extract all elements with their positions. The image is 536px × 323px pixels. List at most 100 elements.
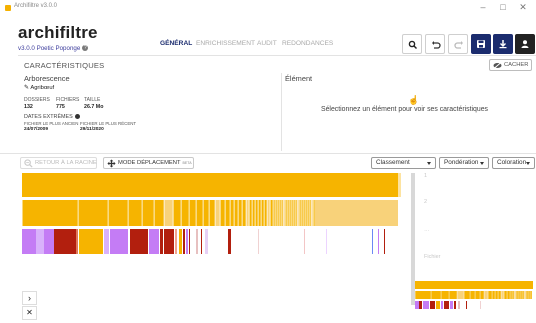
icicle-folder-node[interactable]	[307, 200, 309, 226]
icicle-file-node[interactable]	[326, 229, 327, 254]
icicle-folder-node[interactable]	[234, 200, 238, 226]
icicle-folder-node[interactable]	[264, 200, 267, 226]
icicle-folder-node[interactable]	[203, 200, 209, 226]
info-icon[interactable]: ?	[82, 45, 89, 52]
icicle-preview-node[interactable]	[450, 301, 453, 309]
icicle-folder-node[interactable]	[311, 200, 313, 226]
icicle-folder-node[interactable]	[255, 200, 258, 226]
icicle-folder-node[interactable]	[238, 200, 242, 226]
icicle-folder-node[interactable]	[277, 200, 279, 226]
icicle-preview-node[interactable]	[475, 291, 480, 299]
icicle-file-node[interactable]	[196, 229, 198, 254]
icicle-folder-node[interactable]	[173, 200, 181, 226]
icicle-folder-node[interactable]	[285, 200, 287, 226]
icicle-folder-node[interactable]	[273, 200, 275, 226]
icicle-file-node[interactable]	[175, 229, 177, 254]
icicle-folder-node[interactable]	[108, 200, 128, 226]
icicle-file-node[interactable]	[205, 229, 208, 254]
icicle-file-node[interactable]	[183, 229, 185, 254]
icicle-preview-node[interactable]	[498, 291, 501, 299]
icicle-file-node[interactable]	[160, 229, 163, 254]
icicle-root-node[interactable]	[22, 173, 398, 197]
export-button[interactable]	[493, 34, 513, 54]
color-select[interactable]: Coloration	[492, 157, 535, 169]
icicle-file-node[interactable]	[79, 229, 103, 254]
icicle-preview-node[interactable]	[423, 301, 429, 309]
icicle-file-node[interactable]	[228, 229, 231, 254]
icicle-preview-node[interactable]	[488, 291, 492, 299]
icicle-folder-node[interactable]	[22, 200, 78, 226]
expand-panel-button[interactable]: ›	[22, 291, 37, 305]
weight-select[interactable]: Pondération	[439, 157, 489, 169]
icicle-folder-node[interactable]	[287, 200, 289, 226]
icicle-file-node[interactable]	[201, 229, 202, 254]
icicle-file-node[interactable]	[372, 229, 373, 254]
icicle-folder-node[interactable]	[220, 200, 225, 226]
icicle-preview-node[interactable]	[484, 291, 488, 299]
icicle-preview-node[interactable]	[430, 301, 435, 309]
icicle-visualization[interactable]: 1 2 … Fichier › ✕	[0, 170, 536, 323]
icicle-preview-node[interactable]	[510, 291, 512, 299]
icicle-preview-node[interactable]	[415, 291, 431, 299]
icicle-folder-node[interactable]	[189, 200, 196, 226]
icicle-preview-node[interactable]	[504, 291, 507, 299]
icicle-file-node[interactable]	[110, 229, 128, 254]
sort-select[interactable]: Classement	[371, 157, 436, 169]
icicle-folder-node[interactable]	[313, 200, 315, 226]
icicle-folder-node[interactable]	[154, 200, 164, 226]
icicle-folder-node[interactable]	[215, 200, 220, 226]
undo-button[interactable]	[425, 34, 445, 54]
icicle-preview-node[interactable]	[436, 301, 440, 309]
icicle-folder-node[interactable]	[275, 200, 277, 226]
icicle-preview-node[interactable]	[495, 291, 498, 299]
icicle-folder-node[interactable]	[246, 200, 249, 226]
icicle-preview-node[interactable]	[514, 291, 516, 299]
icicle-file-node[interactable]	[149, 229, 159, 254]
icicle-preview-node[interactable]	[458, 301, 460, 309]
move-mode-button[interactable]: MODE DÉPLACEMENT BETA	[103, 157, 194, 169]
icicle-folder-node[interactable]	[305, 200, 307, 226]
icicle-preview-node[interactable]	[516, 291, 518, 299]
icicle-preview-node[interactable]	[457, 291, 464, 299]
icicle-preview-node[interactable]	[501, 291, 504, 299]
icicle-folder-node[interactable]	[315, 200, 398, 226]
icicle-folder-node[interactable]	[309, 200, 311, 226]
icicle-folder-node[interactable]	[196, 200, 203, 226]
icicle-folder-node[interactable]	[279, 200, 281, 226]
icicle-file-node[interactable]	[179, 229, 182, 254]
icicle-preview-node[interactable]	[528, 291, 530, 299]
icicle-folder-node[interactable]	[78, 200, 108, 226]
maximize-button[interactable]: □	[496, 2, 510, 12]
icicle-preview-node[interactable]	[480, 291, 484, 299]
icicle-preview-node[interactable]	[441, 291, 449, 299]
icicle-folder-node[interactable]	[283, 200, 285, 226]
icicle-folder-node[interactable]	[209, 200, 215, 226]
redo-button[interactable]	[448, 34, 468, 54]
icicle-file-node[interactable]	[304, 229, 305, 254]
icicle-folder-node[interactable]	[301, 200, 303, 226]
icicle-preview-node[interactable]	[507, 291, 510, 299]
icicle-preview-node[interactable]	[492, 291, 495, 299]
icicle-file-node[interactable]	[44, 229, 54, 254]
icicle-preview-node[interactable]	[454, 301, 456, 309]
save-button[interactable]	[471, 34, 491, 54]
icicle-folder-node[interactable]	[297, 200, 299, 226]
hide-details-button[interactable]: CACHER	[489, 59, 532, 71]
icicle-preview-node[interactable]	[415, 301, 419, 309]
close-window-button[interactable]: ✕	[516, 2, 530, 12]
icicle-folder-node[interactable]	[258, 200, 261, 226]
icicle-folder-node[interactable]	[242, 200, 246, 226]
close-panel-button[interactable]: ✕	[22, 306, 37, 320]
icicle-folder-node[interactable]	[142, 200, 154, 226]
icicle-preview-node[interactable]	[480, 301, 481, 309]
icicle-folder-node[interactable]	[128, 200, 142, 226]
tab-audit[interactable]: AUDIT	[257, 40, 277, 47]
icicle-preview-node[interactable]	[464, 291, 470, 299]
icicle-preview-node[interactable]	[522, 291, 524, 299]
icicle-folder-node[interactable]	[261, 200, 264, 226]
depth-scrollbar[interactable]	[411, 173, 415, 305]
icicle-folder-node[interactable]	[252, 200, 255, 226]
icicle-file-node[interactable]	[164, 229, 174, 254]
icicle-folder-node[interactable]	[267, 200, 270, 226]
icicle-preview-node[interactable]	[449, 291, 457, 299]
